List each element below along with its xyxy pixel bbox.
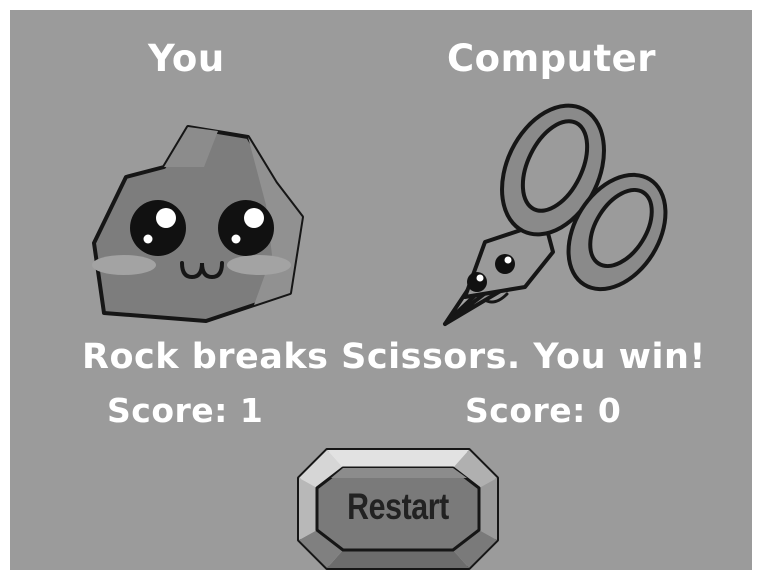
restart-label: Restart (347, 486, 449, 527)
rock-icon (92, 125, 304, 323)
restart-button[interactable]: Restart (297, 448, 499, 570)
computer-label: Computer (447, 37, 656, 80)
player-score: Score: 1 (107, 391, 264, 430)
scissors-icon (443, 103, 668, 326)
game-panel: You Computer Rock breaks Scissors. You w… (10, 10, 752, 570)
result-message: Rock breaks Scissors. You win! (82, 337, 706, 377)
computer-score: Score: 0 (465, 391, 622, 430)
player-label: You (148, 37, 225, 80)
